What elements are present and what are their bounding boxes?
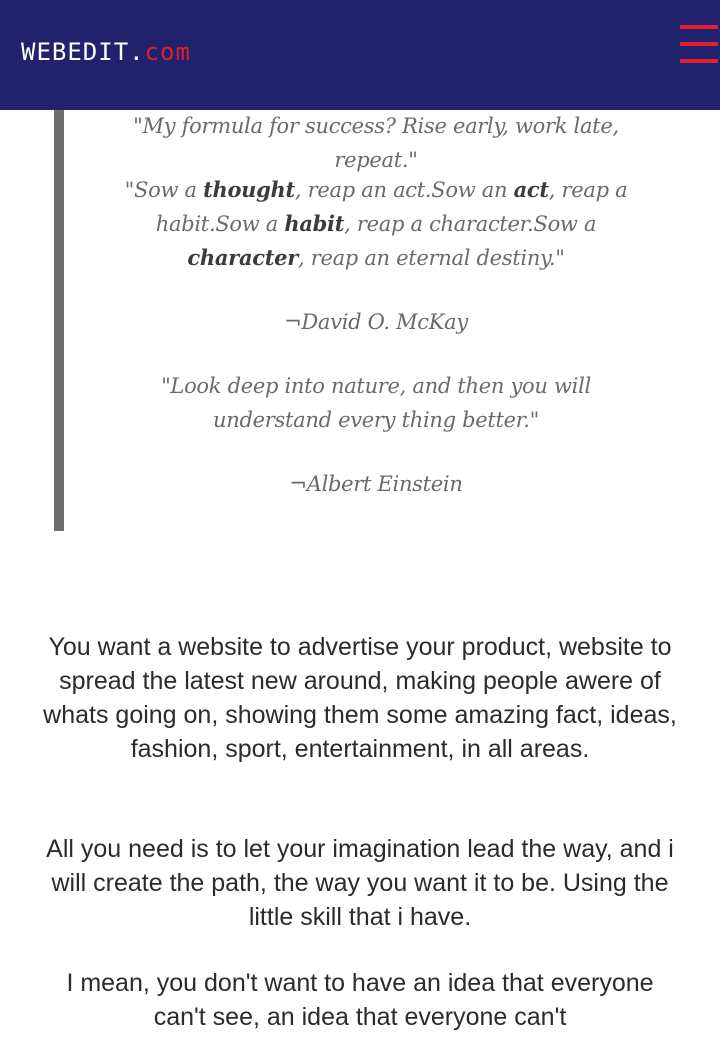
top-nav-bar: WEBEDIT.com <box>0 0 720 110</box>
quote-blockquote: "My formula for success? Rise early, wor… <box>54 110 654 531</box>
logo-tld: com <box>144 38 191 66</box>
intro-paragraph: You want a website to advertise your pro… <box>43 633 677 763</box>
quote-success: "My formula for success? Rise early, wor… <box>133 114 619 172</box>
quote-author-einstein: ¬Albert Einstein <box>289 472 463 496</box>
idea-paragraph: I mean, you don't want to have an idea t… <box>66 969 654 1031</box>
quote-sow-a-thought: "Sow a thought, reap an act.Sow an act, … <box>124 177 628 270</box>
hamburger-menu-icon[interactable] <box>680 25 718 65</box>
quote-author-mckay: ¬David O. McKay <box>284 310 468 334</box>
site-logo[interactable]: WEBEDIT.com <box>21 38 191 66</box>
logo-text: WEBEDIT. <box>21 38 145 66</box>
quote-look-deep: "Look deep into nature, and then you wil… <box>161 374 591 432</box>
imagination-paragraph: All you need is to let your imagination … <box>46 835 674 931</box>
